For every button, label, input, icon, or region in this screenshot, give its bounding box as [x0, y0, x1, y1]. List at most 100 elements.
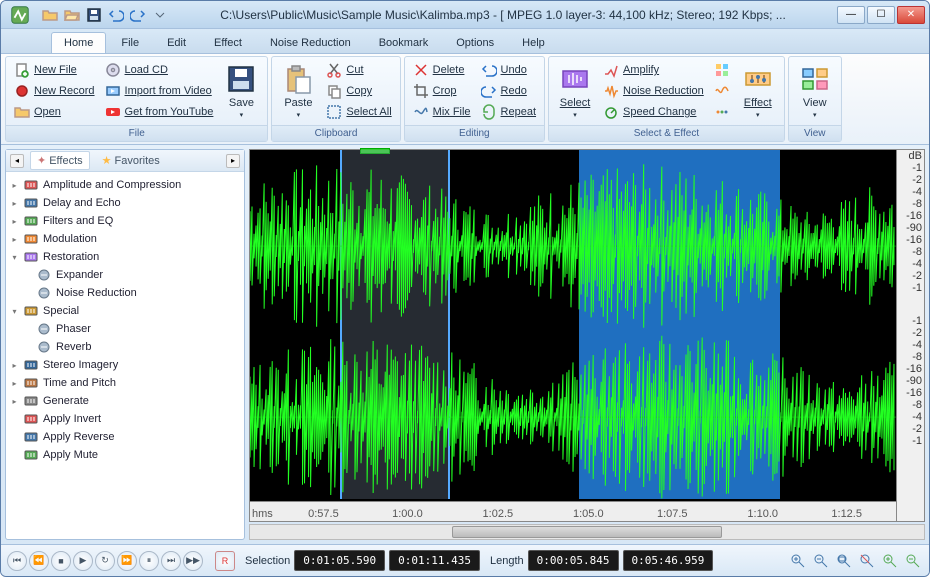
zoom-out-icon[interactable] [811, 551, 831, 571]
mixfile-button[interactable]: Mix File [409, 102, 475, 122]
tree-node[interactable]: ▾Special [8, 302, 242, 320]
import-video-button[interactable]: Import from Video [101, 81, 218, 101]
speed-change-button[interactable]: Speed Change [599, 102, 708, 122]
length-selection: 0:00:05.845 [528, 550, 619, 571]
wave-icon[interactable] [710, 81, 734, 101]
play-button[interactable]: ▶ [73, 551, 93, 571]
new-file-button[interactable]: New File [10, 60, 99, 80]
minimize-button[interactable]: — [837, 6, 865, 24]
play-loop-button[interactable]: ↻ [95, 551, 115, 571]
tab-edit[interactable]: Edit [154, 32, 199, 53]
undo-button[interactable]: Undo [477, 60, 540, 80]
tree-node[interactable]: ▸Delay and Echo [8, 194, 242, 212]
effect-button[interactable]: Effect▾ [736, 59, 780, 123]
view-button[interactable]: View▾ [793, 59, 837, 123]
select-all-button[interactable]: Select All [322, 102, 395, 122]
next-button[interactable]: ▶▶ [183, 551, 203, 571]
tree-node[interactable]: ▸Stereo Imagery [8, 356, 242, 374]
effects-tree: ▸Amplitude and Compression▸Delay and Ech… [6, 172, 244, 539]
new-record-button[interactable]: New Record [10, 81, 99, 101]
tree-node[interactable]: ▸Amplitude and Compression [8, 176, 242, 194]
ribbon-group-file-label: File [6, 125, 267, 141]
ribbon-group-editing-label: Editing [405, 125, 544, 141]
tab-help[interactable]: Help [509, 32, 558, 53]
dots-icon[interactable] [710, 102, 734, 122]
qat-redo-icon[interactable] [129, 6, 147, 24]
channel-right [250, 328, 896, 506]
qat-more-icon[interactable] [151, 6, 169, 24]
tab-file[interactable]: File [108, 32, 152, 53]
tree-node[interactable]: ▸Generate [8, 392, 242, 410]
zoom-in-icon[interactable] [788, 551, 808, 571]
tree-node[interactable]: ▸Modulation [8, 230, 242, 248]
paste-button[interactable]: Paste▾ [276, 59, 320, 123]
select-button[interactable]: Select▾ [553, 59, 597, 123]
tab-bookmark[interactable]: Bookmark [366, 32, 442, 53]
zoom-sel-icon[interactable] [857, 551, 877, 571]
tab-options[interactable]: Options [443, 32, 507, 53]
qat-save-icon[interactable] [85, 6, 103, 24]
redo-button[interactable]: Redo [477, 81, 540, 101]
app-window: C:\Users\Public\Music\Sample Music\Kalim… [0, 0, 930, 577]
delete-button[interactable]: Delete [409, 60, 475, 80]
sidebar-nav-back[interactable]: ◂ [10, 154, 24, 168]
horizontal-scrollbar[interactable] [249, 524, 925, 540]
load-cd-button[interactable]: Load CD [101, 60, 218, 80]
close-button[interactable]: ✕ [897, 6, 925, 24]
tree-node-child[interactable]: Expander [8, 266, 242, 284]
tree-node-child[interactable]: Phaser [8, 320, 242, 338]
crop-button[interactable]: Crop [409, 81, 475, 101]
qat-open2-icon[interactable] [63, 6, 81, 24]
get-youtube-button[interactable]: Get from YouTube [101, 102, 218, 122]
tree-node[interactable]: Apply Mute [8, 446, 242, 464]
tree-node[interactable]: Apply Invert [8, 410, 242, 428]
maximize-button[interactable]: ☐ [867, 6, 895, 24]
effects-sidebar: ◂ ✦Effects ★Favorites ▸ ▸Amplitude and C… [5, 149, 245, 540]
waveform-canvas[interactable]: hms 0:57.5 1:00.0 1:02.5 1:05.0 1:07.5 1… [250, 150, 896, 521]
quick-access-toolbar [41, 6, 169, 24]
waveform-view[interactable]: hms 0:57.5 1:00.0 1:02.5 1:05.0 1:07.5 1… [249, 149, 925, 522]
zoom-fit-icon[interactable] [834, 551, 854, 571]
tree-node[interactable]: ▸Filters and EQ [8, 212, 242, 230]
skip-start-button[interactable]: ⏮ [7, 551, 27, 571]
skip-end-button[interactable]: ⏭ [161, 551, 181, 571]
pause-button[interactable]: ⏸ [139, 551, 159, 571]
sidebar-nav-fwd[interactable]: ▸ [226, 154, 240, 168]
record-button[interactable]: R [215, 551, 235, 571]
selection-label: Selection [245, 555, 290, 567]
tree-node[interactable]: ▾Restoration [8, 248, 242, 266]
sidebar-tab-favorites[interactable]: ★Favorites [96, 152, 166, 169]
tab-effect[interactable]: Effect [201, 32, 255, 53]
tree-node-child[interactable]: Noise Reduction [8, 284, 242, 302]
tab-noise-reduction[interactable]: Noise Reduction [257, 32, 364, 53]
cut-button[interactable]: Cut [322, 60, 395, 80]
open-button[interactable]: Open [10, 102, 99, 122]
batch-icon[interactable] [710, 60, 734, 80]
repeat-button[interactable]: Repeat [477, 102, 540, 122]
tree-node[interactable]: ▸Time and Pitch [8, 374, 242, 392]
tab-home[interactable]: Home [51, 32, 106, 53]
zoom-out-v-icon[interactable] [903, 551, 923, 571]
amplify-button[interactable]: Amplify [599, 60, 708, 80]
scrollbar-thumb[interactable] [452, 526, 722, 538]
ribbon-group-clipboard: Paste▾ Cut Copy Select All Clipboard [271, 56, 400, 142]
tree-node[interactable]: Apply Reverse [8, 428, 242, 446]
copy-button[interactable]: Copy [322, 81, 395, 101]
ribbon-group-select-effect: Select▾ Amplify Noise Reduction Speed Ch… [548, 56, 785, 142]
noise-reduction-button[interactable]: Noise Reduction [599, 81, 708, 101]
stop-button[interactable]: ■ [51, 551, 71, 571]
qat-open-icon[interactable] [41, 6, 59, 24]
channel-left [250, 157, 896, 335]
title-bar: C:\Users\Public\Music\Sample Music\Kalim… [1, 1, 929, 29]
ribbon-group-clipboard-label: Clipboard [272, 125, 399, 141]
window-controls: — ☐ ✕ [837, 6, 925, 24]
zoom-in-v-icon[interactable] [880, 551, 900, 571]
sidebar-tab-effects[interactable]: ✦Effects [30, 151, 90, 170]
fast-forward-button[interactable]: ⏩ [117, 551, 137, 571]
time-ruler[interactable]: hms 0:57.5 1:00.0 1:02.5 1:05.0 1:07.5 1… [250, 501, 896, 521]
selection-start: 0:01:05.590 [294, 550, 385, 571]
rewind-button[interactable]: ⏪ [29, 551, 49, 571]
save-button[interactable]: Save▾ [219, 59, 263, 123]
qat-undo-icon[interactable] [107, 6, 125, 24]
tree-node-child[interactable]: Reverb [8, 338, 242, 356]
